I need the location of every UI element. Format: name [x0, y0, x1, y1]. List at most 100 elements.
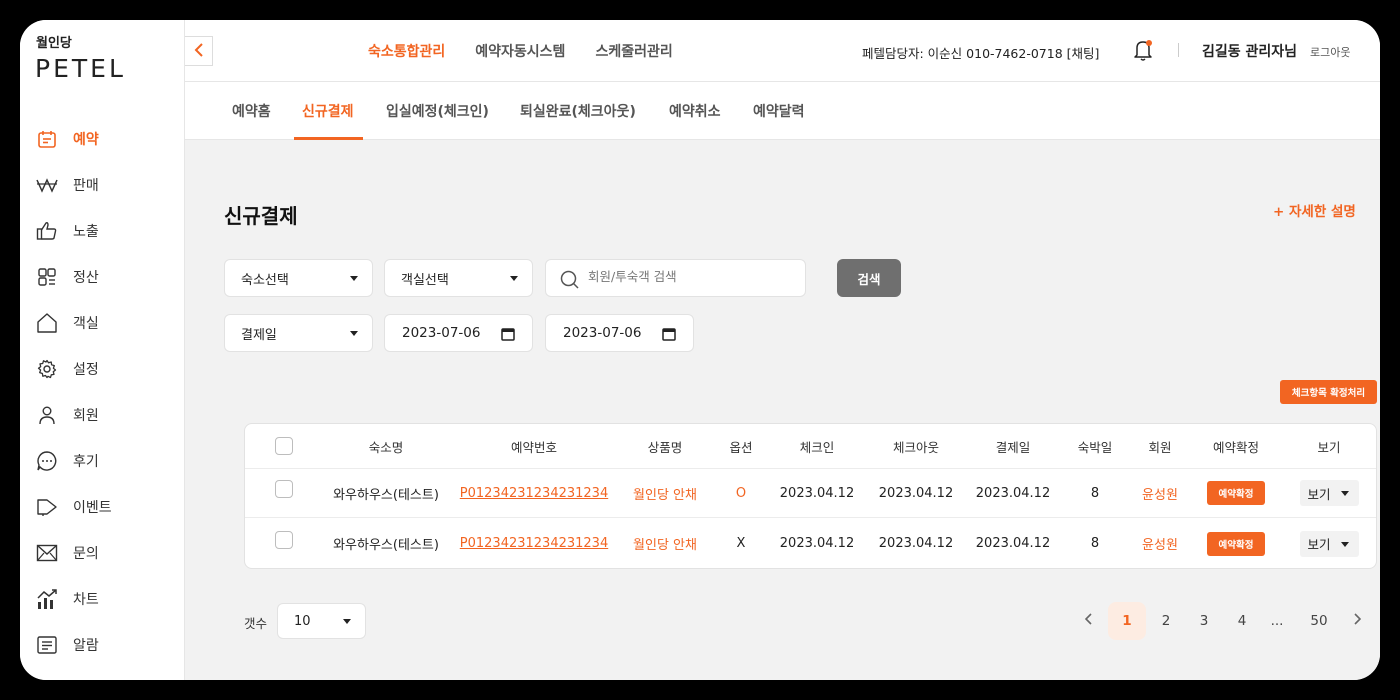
top-nav-auto-reservation[interactable]: 예약자동시스템: [475, 41, 565, 61]
page-button-1[interactable]: 1: [1108, 602, 1146, 640]
manager-contact[interactable]: 페텔담당자: 이순신 010-7462-0718 [채팅]: [862, 43, 1099, 62]
sidebar-item-label: 설정: [73, 362, 99, 378]
header-product: 상품명: [647, 439, 683, 455]
prev-page-button[interactable]: [1070, 602, 1108, 640]
chat-icon: [36, 450, 58, 472]
search-box[interactable]: [545, 259, 806, 297]
sidebar-item-alarm[interactable]: 알람: [20, 622, 185, 668]
product-link[interactable]: 월인당 안채: [615, 518, 715, 568]
date-to-value: 2023-07-06: [563, 325, 642, 341]
user-icon: [36, 404, 58, 426]
sidebar-item-label: 후기: [73, 454, 99, 470]
logo: PETEL: [35, 54, 126, 83]
header-number: 예약번호: [510, 439, 557, 455]
cell-checkout: 2023.04.12: [878, 536, 954, 551]
bell-icon[interactable]: [1133, 38, 1155, 62]
sidebar-item-chart[interactable]: 차트: [20, 576, 185, 622]
app-window: 월인당 PETEL 예약 판매 노출 정산 객실 설정 회원 후기 이벤트 문의…: [20, 20, 1380, 680]
member-link[interactable]: 윤성원: [1131, 518, 1189, 568]
date-from-input[interactable]: 2023-07-06: [384, 314, 533, 352]
sidebar-item-room[interactable]: 객실: [20, 300, 185, 346]
cell-checkin: 2023.04.12: [779, 536, 855, 551]
row-checkbox[interactable]: [275, 480, 293, 498]
select-all-checkbox[interactable]: [275, 437, 293, 455]
date-from-value: 2023-07-06: [402, 325, 481, 341]
back-button[interactable]: [185, 36, 213, 66]
reservation-number-link[interactable]: P01234231234231234: [459, 518, 609, 568]
reservation-table: 숙소명 예약번호 상품명 옵션 체크인 체크아웃 결제일 숙박일 회원 예약확정…: [244, 423, 1377, 569]
tab-reservation-home[interactable]: 예약홈: [232, 101, 271, 121]
cell-option: O: [735, 485, 747, 501]
page-button-3[interactable]: 3: [1185, 602, 1223, 640]
sidebar-item-exposure[interactable]: 노출: [20, 208, 185, 254]
caret-down-icon: [1340, 541, 1349, 547]
calendar-picker-icon[interactable]: [501, 327, 515, 345]
sidebar-item-label: 노출: [73, 224, 99, 240]
header-checkbox-cell: [264, 424, 304, 468]
tab-checkout[interactable]: 퇴실완료(체크아웃): [520, 101, 636, 121]
tab-calendar[interactable]: 예약달력: [753, 101, 805, 121]
sidebar-item-settings[interactable]: 설정: [20, 346, 185, 392]
cell-name: 와우하우스(테스트): [333, 538, 439, 553]
cell-checkin: 2023.04.12: [779, 485, 855, 501]
confirm-checked-button[interactable]: 체크항목 확정처리: [1280, 380, 1377, 404]
caret-down-icon: [343, 619, 351, 624]
cell-nights: 8: [1090, 536, 1100, 551]
page-button-2[interactable]: 2: [1147, 602, 1185, 640]
page-size-select[interactable]: 10: [277, 603, 366, 639]
chevron-left-icon: [194, 42, 204, 61]
sidebar-item-reservation[interactable]: 예약: [20, 116, 185, 162]
header-name: 숙소명: [368, 439, 404, 455]
main-content: 신규결제 + 자세한 설명 숙소선택 객실선택 검색 결제일 2023-07-0…: [185, 140, 1380, 680]
sidebar-item-label: 알람: [73, 638, 99, 654]
sidebar-item-label: 회원: [73, 408, 99, 424]
gear-icon: [36, 358, 58, 380]
list-icon: [36, 634, 58, 656]
sidebar-item-label: 판매: [73, 178, 99, 194]
sidebar-item-label: 이벤트: [73, 500, 112, 516]
tab-new-payment[interactable]: 신규결제: [302, 101, 354, 121]
sidebar-item-review[interactable]: 후기: [20, 438, 185, 484]
date-type-select[interactable]: 결제일: [224, 314, 373, 352]
date-to-input[interactable]: 2023-07-06: [545, 314, 694, 352]
page-button-50[interactable]: 50: [1300, 602, 1338, 640]
page-size-value: 10: [294, 613, 311, 629]
cell-nights: 8: [1090, 485, 1100, 501]
room-select[interactable]: 객실선택: [384, 259, 533, 297]
confirm-reservation-button[interactable]: 예약확정: [1207, 531, 1265, 556]
sidebar-item-label: 객실: [73, 316, 99, 332]
table-row: 와우하우스(테스트) P01234231234231234 월인당 안채 O 2…: [245, 469, 1376, 518]
sidebar-item-inquiry[interactable]: 문의: [20, 530, 185, 576]
caret-down-icon: [1340, 491, 1349, 496]
search-input[interactable]: [588, 269, 788, 284]
top-nav-scheduler[interactable]: 스케줄러관리: [595, 41, 672, 61]
row-checkbox[interactable]: [275, 530, 293, 549]
confirm-reservation-button[interactable]: 예약확정: [1207, 481, 1265, 505]
product-link[interactable]: 월인당 안채: [615, 469, 715, 517]
page-button-4[interactable]: 4: [1223, 602, 1261, 640]
tab-checkin[interactable]: 입실예정(체크인): [386, 101, 489, 121]
member-link[interactable]: 윤성원: [1131, 469, 1189, 517]
top-nav-accommodation[interactable]: 숙소통합관리: [368, 41, 445, 61]
tab-cancel[interactable]: 예약취소: [669, 101, 721, 121]
sidebar-item-event[interactable]: 이벤트: [20, 484, 185, 530]
view-dropdown[interactable]: 보기: [1299, 530, 1359, 557]
calendar-picker-icon[interactable]: [662, 327, 676, 345]
next-page-button[interactable]: [1338, 602, 1376, 640]
header-nights: 숙박일: [1077, 439, 1113, 455]
view-dropdown[interactable]: 보기: [1299, 480, 1359, 506]
detail-link[interactable]: + 자세한 설명: [1273, 200, 1356, 220]
header-view: 보기: [1317, 439, 1341, 455]
settlement-icon: [36, 266, 58, 288]
caret-down-icon: [350, 276, 358, 281]
search-button[interactable]: 검색: [837, 259, 901, 297]
logout-button[interactable]: 로그아웃: [1310, 44, 1350, 60]
sidebar-item-label: 차트: [73, 592, 99, 608]
sidebar-item-settlement[interactable]: 정산: [20, 254, 185, 300]
accommodation-select[interactable]: 숙소선택: [224, 259, 373, 297]
sidebar-item-member[interactable]: 회원: [20, 392, 185, 438]
reservation-number-link[interactable]: P01234231234231234: [459, 469, 609, 517]
sidebar-item-sales[interactable]: 판매: [20, 162, 185, 208]
confirm-cell: 예약확정: [1198, 518, 1274, 568]
header-checkin: 체크인: [799, 439, 835, 455]
